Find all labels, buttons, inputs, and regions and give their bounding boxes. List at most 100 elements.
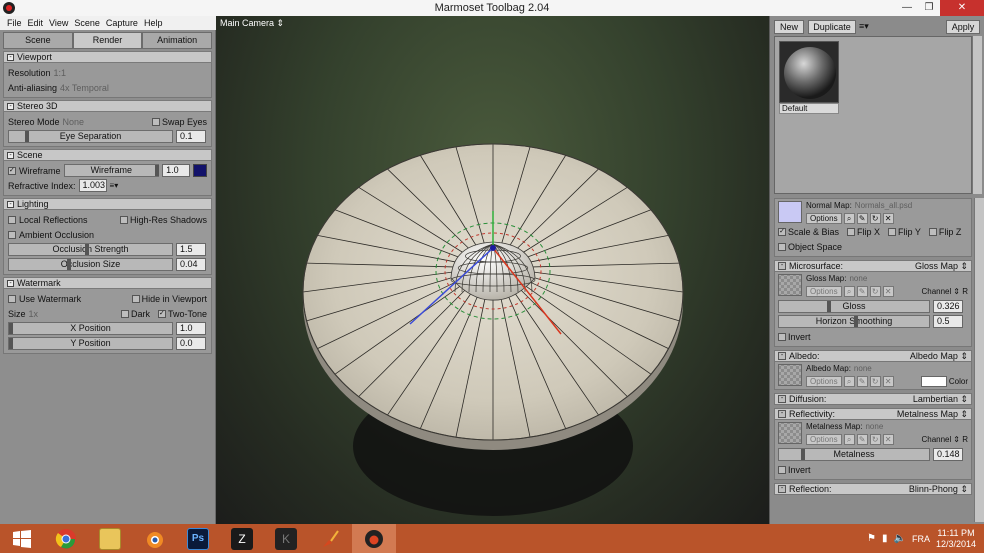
new-material-button[interactable]: New (774, 20, 804, 34)
pencil-icon[interactable]: ✎ (856, 213, 868, 224)
x-position-input[interactable]: 1.0 (176, 322, 206, 335)
resolution-value[interactable]: 1:1 (54, 68, 67, 78)
viewport-section-header[interactable]: - Viewport (3, 51, 212, 63)
taskbar-photoshop[interactable]: Ps (176, 524, 220, 553)
aa-value[interactable]: 4x Temporal (60, 83, 109, 93)
wireframe-slider[interactable]: Wireframe (63, 164, 160, 177)
3d-viewport[interactable]: Main Camera ⇕ (216, 16, 769, 524)
properties-scrollbar[interactable] (974, 198, 984, 522)
slider-knob[interactable] (9, 338, 13, 349)
menu-edit[interactable]: Edit (25, 16, 47, 30)
metalness-invert-checkbox[interactable] (778, 465, 786, 474)
gizmo-center[interactable] (490, 245, 496, 251)
dropdown-icon[interactable]: ≡▾ (110, 181, 119, 190)
scale-bias-checkbox[interactable]: ✓ (778, 227, 786, 236)
metalness-channel-dropdown[interactable]: ⇕ R (953, 435, 968, 444)
network-icon[interactable]: ▮ (882, 533, 888, 544)
flag-icon[interactable]: ⚑ (867, 533, 876, 544)
albedo-color-swatch[interactable] (920, 376, 947, 387)
albedo-dropdown[interactable]: Albedo Map ⇕ (910, 351, 968, 362)
search-icon[interactable]: ⌕ (843, 376, 855, 387)
occlusion-size-input[interactable]: 0.04 (176, 258, 206, 271)
search-icon[interactable]: ⌕ (843, 213, 855, 224)
two-tone-checkbox[interactable]: ✓ (157, 309, 166, 318)
metalness-map-slot[interactable] (778, 422, 802, 444)
microsurface-dropdown[interactable]: Gloss Map ⇕ (915, 261, 968, 272)
minimize-button[interactable]: — (896, 0, 918, 16)
local-reflections-checkbox[interactable] (8, 215, 16, 224)
reflection-dropdown[interactable]: Blinn-Phong ⇕ (909, 484, 968, 495)
slider-knob[interactable] (9, 323, 13, 334)
x-position-slider[interactable]: X Position (8, 322, 173, 335)
y-position-input[interactable]: 0.0 (176, 337, 206, 350)
slider-knob[interactable] (154, 165, 159, 176)
reflectivity-dropdown[interactable]: Metalness Map ⇕ (897, 409, 968, 420)
refresh-icon[interactable]: ↻ (869, 376, 881, 387)
high-res-shadows-checkbox[interactable] (119, 215, 128, 224)
tab-animation[interactable]: Animation (142, 32, 213, 49)
diffusion-dropdown[interactable]: Lambertian ⇕ (913, 394, 968, 405)
refresh-icon[interactable]: ↻ (869, 434, 881, 445)
slider-knob[interactable] (854, 316, 858, 327)
lighting-section-header[interactable]: - Lighting (3, 198, 212, 210)
pencil-icon[interactable]: ✎ (856, 376, 868, 387)
menu-view[interactable]: View (46, 16, 71, 30)
taskbar-paint-app[interactable] (308, 524, 352, 553)
taskbar-marmoset[interactable] (352, 524, 396, 553)
close-icon[interactable]: ✕ (882, 376, 894, 387)
slider-knob[interactable] (801, 449, 805, 460)
clock[interactable]: 11:11 PM 12/3/2014 (936, 528, 976, 550)
taskbar-blender[interactable] (132, 524, 176, 553)
library-scrollbar[interactable] (972, 36, 982, 194)
normal-map-slot[interactable] (778, 201, 802, 223)
search-icon[interactable]: ⌕ (843, 434, 855, 445)
gloss-slider[interactable]: Gloss (778, 300, 930, 313)
ambient-occlusion-checkbox[interactable] (8, 230, 16, 239)
gloss-options-button[interactable]: Options (806, 286, 842, 297)
reflectivity-header[interactable]: - Reflectivity: Metalness Map ⇕ (774, 408, 972, 420)
material-menu-icon[interactable]: ≡▾ (859, 21, 869, 32)
refresh-icon[interactable]: ↻ (869, 213, 881, 224)
language-indicator[interactable]: FRA (912, 534, 930, 544)
y-position-slider[interactable]: Y Position (8, 337, 173, 350)
wireframe-input[interactable]: 1.0 (162, 164, 191, 177)
horizon-smoothing-slider[interactable]: Horizon Smoothing (778, 315, 930, 328)
hide-in-viewport-checkbox[interactable] (131, 294, 140, 303)
stereo-mode-dropdown[interactable]: None (63, 117, 85, 127)
taskbar-zbrush[interactable]: Z (220, 524, 264, 553)
wireframe-checkbox[interactable]: ✓ (8, 166, 16, 175)
object-space-checkbox[interactable] (778, 242, 786, 251)
gloss-invert-checkbox[interactable] (778, 332, 786, 341)
slider-knob[interactable] (67, 259, 71, 270)
metalness-options-button[interactable]: Options (806, 434, 842, 445)
menu-help[interactable]: Help (141, 16, 166, 30)
flip-x-checkbox[interactable] (847, 227, 856, 236)
pencil-icon[interactable]: ✎ (856, 286, 868, 297)
menu-scene[interactable]: Scene (71, 16, 103, 30)
slider-knob[interactable] (25, 131, 29, 142)
flip-z-checkbox[interactable] (928, 227, 937, 236)
refresh-icon[interactable]: ↻ (869, 286, 881, 297)
dark-checkbox[interactable] (120, 309, 129, 318)
maximize-button[interactable]: ❐ (918, 0, 940, 16)
occlusion-size-slider[interactable]: Occlusion Size (8, 258, 173, 271)
flip-y-checkbox[interactable] (888, 227, 897, 236)
albedo-map-slot[interactable] (778, 364, 802, 386)
material-thumbnail[interactable] (779, 41, 839, 103)
menu-file[interactable]: File (4, 16, 25, 30)
eye-separation-slider[interactable]: Eye Separation (8, 130, 173, 143)
volume-icon[interactable]: 🔈 (894, 533, 906, 544)
apply-material-button[interactable]: Apply (946, 20, 980, 34)
size-dropdown[interactable]: 1x (29, 309, 39, 319)
eye-separation-input[interactable]: 0.1 (176, 130, 206, 143)
normal-options-button[interactable]: Options (806, 213, 842, 224)
albedo-header[interactable]: - Albedo: Albedo Map ⇕ (774, 350, 972, 362)
pencil-icon[interactable]: ✎ (856, 434, 868, 445)
taskbar-app-k[interactable]: K (264, 524, 308, 553)
swap-eyes-checkbox[interactable] (151, 117, 160, 126)
taskbar-file-explorer[interactable] (88, 524, 132, 553)
metalness-slider[interactable]: Metalness (778, 448, 930, 461)
gloss-input[interactable]: 0.326 (933, 300, 963, 313)
wireframe-color-swatch[interactable] (193, 164, 207, 177)
slider-knob[interactable] (85, 244, 89, 255)
